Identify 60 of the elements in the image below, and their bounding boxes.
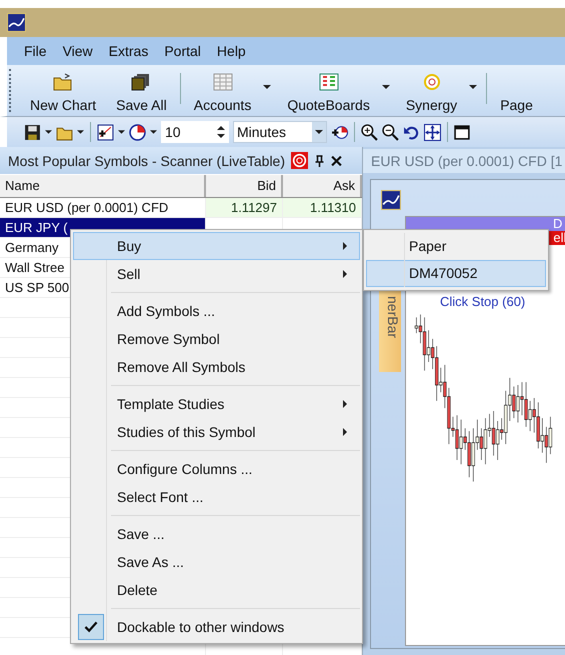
move-icon[interactable] <box>424 124 441 140</box>
menu-item[interactable]: View <box>54 43 101 59</box>
table-icon <box>212 73 233 91</box>
save-icon[interactable] <box>24 124 41 140</box>
target-icon <box>422 73 442 91</box>
window-icon[interactable] <box>454 124 471 140</box>
caret-icon <box>312 122 326 142</box>
app-logo-icon <box>7 13 26 32</box>
zoom-in-icon[interactable] <box>361 124 378 140</box>
menu-item[interactable]: Portal <box>156 43 209 59</box>
close-icon[interactable] <box>331 154 342 166</box>
menu-item[interactable]: Select Font ... <box>73 483 360 511</box>
app-logo-icon <box>381 190 401 210</box>
menu-item[interactable]: Add Symbols ... <box>73 297 360 325</box>
menu-item[interactable]: Studies of this Symbol <box>73 418 360 446</box>
menu-item[interactable]: Save As ... <box>73 548 360 576</box>
folder-icon <box>53 73 74 91</box>
spin-arrows-icon[interactable] <box>217 125 225 139</box>
toolbar-button[interactable]: QuoteBoards <box>277 65 396 116</box>
undo-icon[interactable] <box>403 124 420 140</box>
toolbar-button[interactable]: Save All <box>106 65 177 116</box>
menu-item[interactable]: Remove Symbol <box>73 325 360 353</box>
menu-item[interactable]: Sell <box>73 260 360 288</box>
menu-item[interactable]: Help <box>208 43 254 59</box>
menu-item[interactable]: Remove All Symbols <box>73 353 360 381</box>
chart-header-text: D <box>553 217 562 231</box>
menu-item[interactable]: Save ... <box>73 520 360 548</box>
pin-icon[interactable] <box>314 154 326 166</box>
menu-item[interactable]: Paper <box>366 233 546 260</box>
caret-icon[interactable] <box>150 130 157 134</box>
quote-grid-icon <box>318 73 339 91</box>
interval-spinner[interactable]: 10 <box>161 121 229 143</box>
menu-item[interactable]: Configure Columns ... <box>73 455 360 483</box>
column-header[interactable]: Name <box>0 175 206 197</box>
menu-item[interactable]: Template Studies <box>73 390 360 418</box>
menu-item[interactable]: DM470052 <box>366 260 546 287</box>
bid-price: 1.11297 <box>230 200 277 215</box>
chart-add-icon[interactable] <box>97 124 114 140</box>
life-ring-icon[interactable] <box>291 152 308 169</box>
save-all-icon <box>131 73 152 91</box>
panel-title: Most Popular Symbols - Scanner (LiveTable) <box>8 152 286 168</box>
toolbar-button[interactable]: New Chart <box>20 65 106 116</box>
menu-item[interactable]: Dockable to other windows <box>73 613 360 641</box>
side-tab[interactable]: nerBar <box>379 290 401 372</box>
toolbar-button[interactable]: Synergy <box>396 65 484 116</box>
caret-icon[interactable] <box>118 130 125 134</box>
menu-item[interactable]: File <box>16 43 55 59</box>
menu-item[interactable]: Buy <box>73 232 360 260</box>
order-line-label[interactable]: Click Stop (60) <box>440 294 526 309</box>
toolbar-button[interactable]: Page <box>490 65 543 116</box>
zoom-out-icon[interactable] <box>382 124 399 140</box>
caret-icon[interactable] <box>77 130 84 134</box>
menu-item[interactable]: Extras <box>100 43 156 59</box>
interval-unit-dropdown[interactable]: Minutes <box>233 121 327 143</box>
clock-icon[interactable] <box>129 124 146 140</box>
menu-item[interactable]: Delete <box>73 576 360 604</box>
ask-price: 1.11310 <box>310 200 356 215</box>
toolbar-button[interactable]: Accounts <box>184 65 278 116</box>
clock-add-icon[interactable] <box>331 124 348 140</box>
caret-icon[interactable] <box>45 130 52 134</box>
